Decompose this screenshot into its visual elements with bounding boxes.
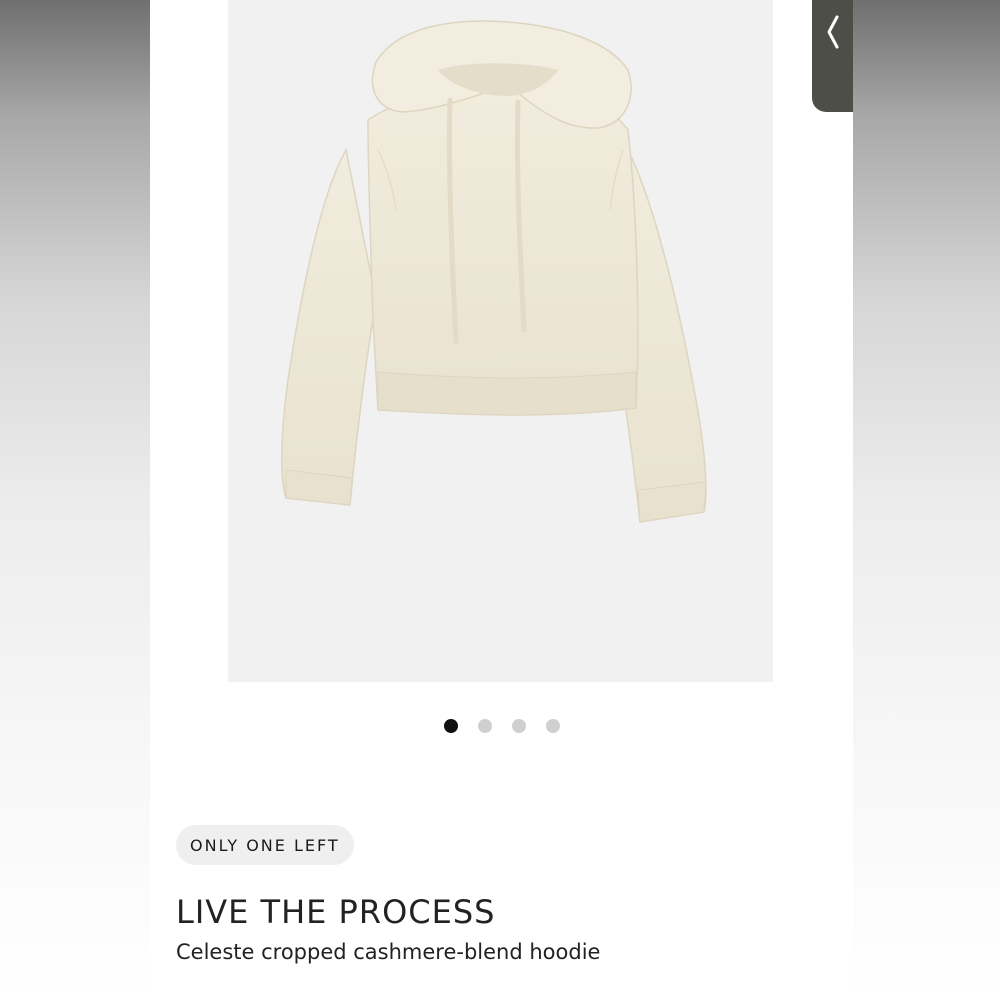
product-image[interactable] bbox=[228, 0, 773, 682]
chevron-left-icon bbox=[827, 15, 838, 49]
carousel-dot-4[interactable] bbox=[545, 719, 560, 733]
background-left-gradient bbox=[0, 0, 150, 1000]
background-right-gradient bbox=[853, 0, 1000, 1000]
stock-status-badge: ONLY ONE LEFT bbox=[176, 825, 354, 865]
carousel-dot-1[interactable] bbox=[443, 719, 458, 733]
carousel-dot-2[interactable] bbox=[477, 719, 492, 733]
product-brand[interactable]: LIVE THE PROCESS bbox=[176, 893, 495, 931]
carousel-dots bbox=[150, 719, 853, 733]
side-drawer-tab[interactable] bbox=[812, 0, 853, 112]
product-name: Celeste cropped cashmere-blend hoodie bbox=[176, 940, 601, 964]
carousel-dot-3[interactable] bbox=[511, 719, 526, 733]
product-detail-screen: ONLY ONE LEFT LIVE THE PROCESS Celeste c… bbox=[150, 0, 853, 1000]
hoodie-product-photo bbox=[280, 20, 707, 523]
